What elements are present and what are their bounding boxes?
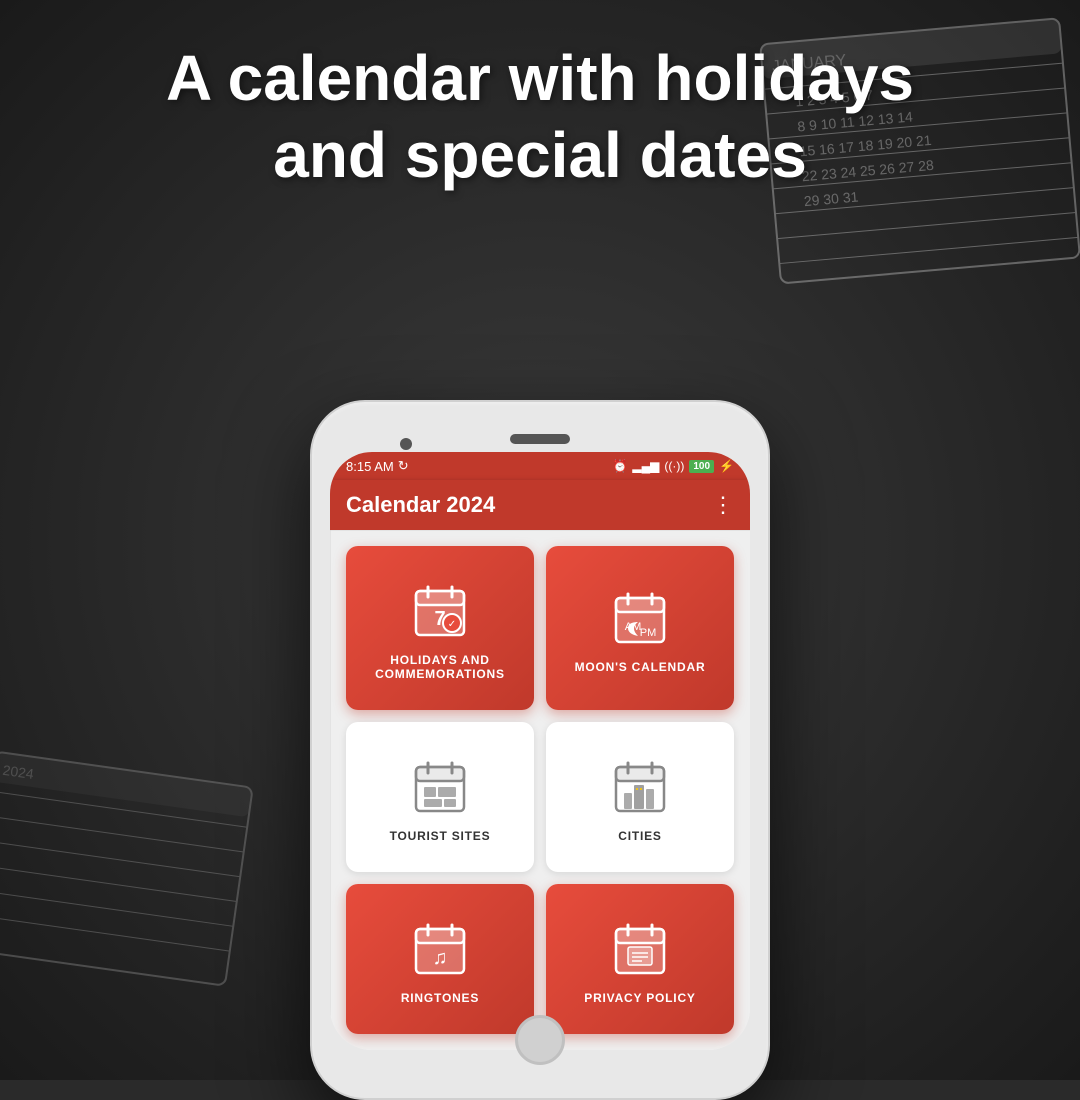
status-time: 8:15 AM	[346, 459, 394, 474]
ringtones-icon: ♫	[408, 917, 472, 981]
card-tourist[interactable]: TOURIST SITES	[346, 722, 534, 872]
holidays-label: HOLIDAYS ANDCOMMEMORATIONS	[375, 653, 505, 681]
phone-screen: 8:15 AM ↻ ⏰ ▂▄▆ ((·)) 100 ⚡ Calendar 202…	[330, 452, 750, 1050]
privacy-icon	[608, 917, 672, 981]
status-left: 8:15 AM ↻	[346, 458, 409, 474]
battery-label: 100	[689, 460, 714, 473]
home-button[interactable]	[515, 1015, 565, 1065]
phone-mockup: 8:15 AM ↻ ⏰ ▂▄▆ ((·)) 100 ⚡ Calendar 202…	[310, 400, 770, 1100]
alarm-icon: ⏰	[612, 459, 627, 473]
signal-icon: ▂▄▆	[632, 459, 659, 473]
app-bar: Calendar 2024 ⋮	[330, 480, 750, 530]
card-moons[interactable]: AM PM MOON'S CALENDAR	[546, 546, 734, 710]
header-section: A calendar with holidays and special dat…	[0, 40, 1080, 194]
moon-icon: AM PM	[608, 586, 672, 650]
bg-calendar-left: 2024	[0, 740, 284, 1000]
moon-label: MOON'S CALENDAR	[575, 660, 706, 674]
status-sync: ↻	[398, 458, 409, 474]
wifi-icon: ((·))	[664, 459, 684, 473]
svg-text:✓: ✓	[448, 619, 456, 630]
status-bar: 8:15 AM ↻ ⏰ ▂▄▆ ((·)) 100 ⚡	[330, 452, 750, 480]
phone-body: 8:15 AM ↻ ⏰ ▂▄▆ ((·)) 100 ⚡ Calendar 202…	[310, 400, 770, 1100]
app-content-grid: 7 ✓ HOLIDAYS ANDCOMMEMORATIONS AM	[330, 530, 750, 1050]
card-ringtones[interactable]: ♫ RINGTONES	[346, 884, 534, 1034]
svg-text:PM: PM	[640, 627, 657, 639]
cities-label: CITIES	[618, 829, 661, 843]
holidays-icon: 7 ✓	[408, 579, 472, 643]
svg-text:♫: ♫	[433, 947, 448, 969]
status-right: ⏰ ▂▄▆ ((·)) 100 ⚡	[612, 459, 734, 473]
card-privacy[interactable]: PRIVACY POLICY	[546, 884, 734, 1034]
phone-speaker	[510, 434, 570, 444]
phone-camera	[400, 438, 412, 450]
tourist-label: TOURIST SITES	[390, 829, 491, 843]
phone-top	[330, 420, 750, 452]
phone-bottom	[330, 1050, 750, 1080]
card-holidays[interactable]: 7 ✓ HOLIDAYS ANDCOMMEMORATIONS	[346, 546, 534, 710]
lightning-icon: ⚡	[719, 459, 734, 473]
header-title: A calendar with holidays and special dat…	[80, 40, 1000, 194]
tourist-icon	[408, 755, 472, 819]
cities-icon	[608, 755, 672, 819]
privacy-label: PRIVACY POLICY	[584, 991, 695, 1005]
card-cities[interactable]: CITIES	[546, 722, 734, 872]
ringtones-label: RINGTONES	[401, 991, 479, 1005]
app-menu-button[interactable]: ⋮	[712, 492, 734, 518]
app-title: Calendar 2024	[346, 492, 495, 518]
